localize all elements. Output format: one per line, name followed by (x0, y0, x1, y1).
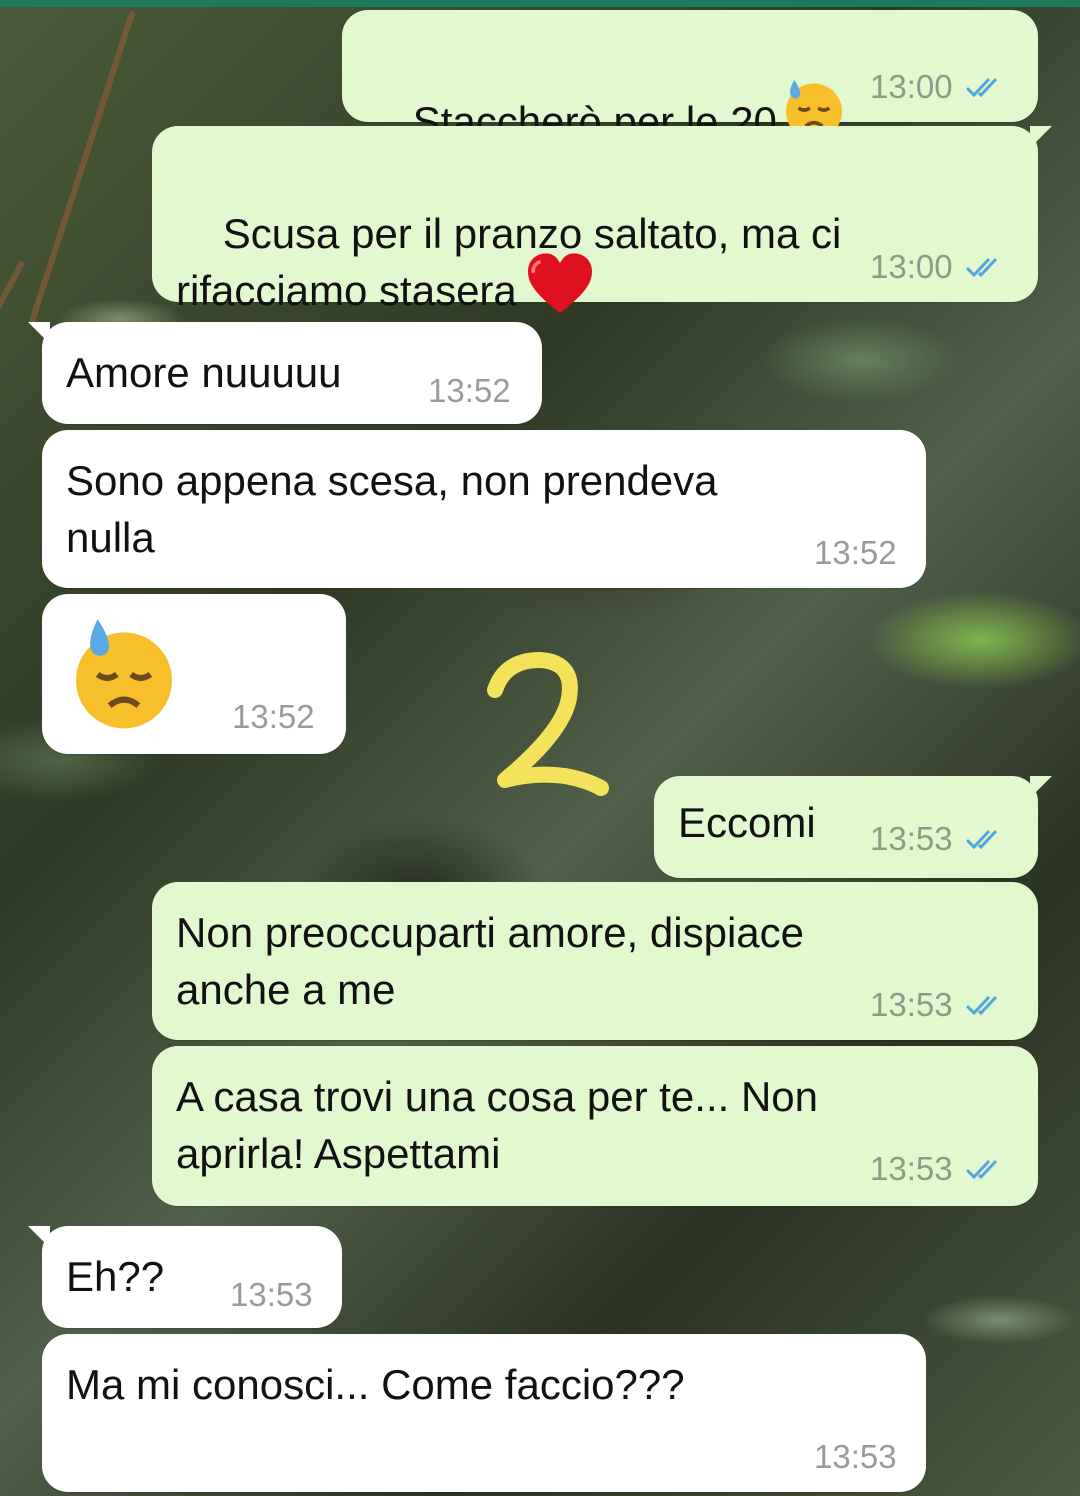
message-time: 13:00 (870, 248, 953, 285)
message-time: 13:53 (870, 986, 953, 1023)
message-time: 13:52 (428, 372, 511, 409)
message-meta: 13:52 (814, 534, 897, 572)
bubble-tail (1030, 126, 1052, 148)
message-meta: 13:00 (870, 248, 1009, 286)
message-meta: 13:53 (870, 986, 1009, 1024)
double-check-read-icon (965, 1159, 997, 1180)
message-time: 13:00 (870, 68, 953, 105)
double-check-read-icon (965, 257, 997, 278)
message-time: 13:53 (814, 1438, 897, 1475)
message-time: 13:52 (814, 534, 897, 571)
overlay-number: 2 (465, 640, 466, 641)
double-check-read-icon (965, 995, 997, 1016)
message-bubble-incoming[interactable]: Sono appena scesa, non prendeva nulla 13… (42, 430, 926, 588)
message-bubble-incoming[interactable]: Ma mi conosci... Come faccio??? 13:53 (42, 1334, 926, 1492)
bubble-tail (28, 1226, 50, 1248)
message-time: 13:53 (870, 1150, 953, 1187)
handwritten-number-mark: 2 (465, 640, 609, 796)
message-text: Non preoccuparti amore, dispiace anche a… (176, 909, 804, 1013)
message-text: A casa trovi una cosa per te... Non apri… (176, 1073, 819, 1177)
message-time: 13:53 (230, 1276, 313, 1313)
message-meta: 13:53 (870, 1150, 1009, 1188)
message-meta: 13:52 (428, 372, 511, 410)
double-check-read-icon (965, 77, 997, 98)
red-heart-emoji-icon (527, 253, 592, 314)
message-bubble-incoming[interactable]: Eh?? 13:53 (28, 1226, 342, 1328)
message-bubble-outgoing[interactable]: Staccherò per le 20 13:00 (342, 10, 1038, 145)
message-meta: 13:53 (814, 1438, 897, 1476)
message-bubble-outgoing[interactable]: A casa trovi una cosa per te... Non apri… (152, 1046, 1038, 1206)
message-meta: 13:52 (232, 698, 315, 736)
bubble-tail (1030, 776, 1052, 798)
message-text: Ma mi conosci... Come faccio??? (66, 1361, 685, 1408)
message-meta: 13:00 (870, 68, 1009, 106)
message-bubble-outgoing[interactable]: Non preoccuparti amore, dispiace anche a… (152, 882, 1038, 1040)
message-bubble-incoming[interactable]: Amore nuuuuu 13:52 (28, 322, 542, 424)
message-text: Amore nuuuuu (66, 349, 342, 396)
double-check-read-icon (965, 829, 997, 850)
message-text: Sono appena scesa, non prendeva nulla (66, 457, 718, 561)
bubble-tail (28, 322, 50, 344)
message-text: Eh?? (66, 1253, 165, 1300)
message-meta: 13:53 (870, 820, 1009, 858)
downcast-sweat-emoji-icon (76, 619, 172, 729)
message-bubble-outgoing[interactable]: Eccomi 13:53 (654, 776, 1052, 878)
message-time: 13:53 (870, 820, 953, 857)
header-bar-edge (0, 0, 1080, 7)
message-time: 13:52 (232, 698, 315, 735)
message-bubble-incoming[interactable]: 13:52 (42, 594, 346, 754)
message-bubble-outgoing[interactable]: Scusa per il pranzo saltato, ma ci rifac… (152, 126, 1052, 314)
message-meta: 13:53 (230, 1276, 313, 1314)
message-text: Eccomi (678, 799, 816, 846)
